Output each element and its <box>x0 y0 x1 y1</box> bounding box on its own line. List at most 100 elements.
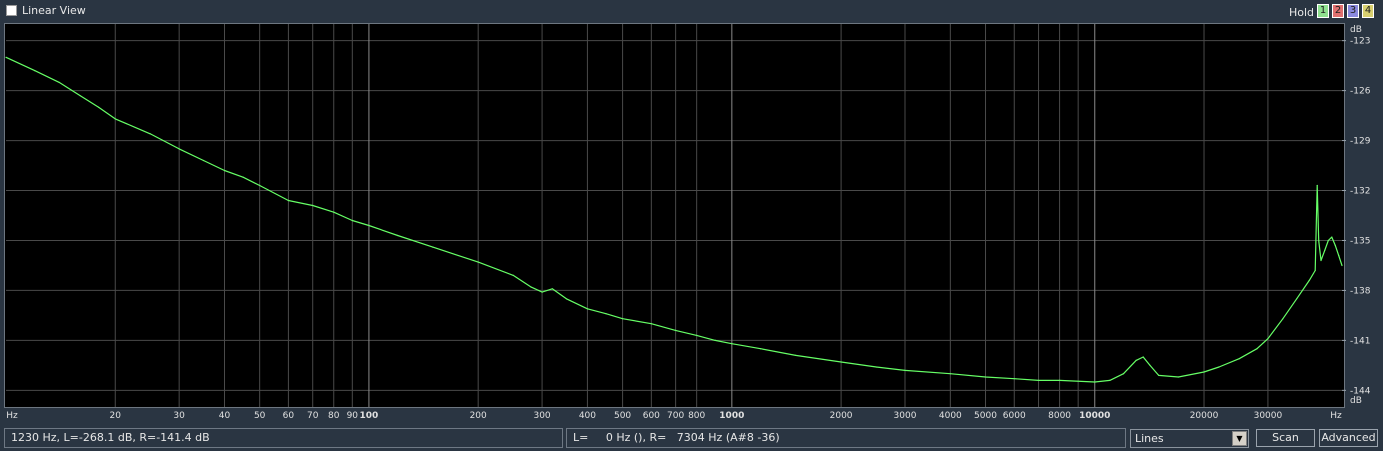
spectrum-point <box>1282 318 1284 320</box>
y-tick-label: -126 <box>1350 87 1371 97</box>
spectrum-point <box>984 376 987 378</box>
x-tick-label: 3000 <box>894 411 917 421</box>
y-tick-label: -141 <box>1350 336 1370 346</box>
x-tick-label: 600 <box>643 411 660 421</box>
scan-button[interactable]: Scan <box>1256 429 1315 447</box>
spectrum-point <box>1334 244 1336 247</box>
x-tick-label: 20000 <box>1190 411 1219 421</box>
spectrum-point <box>622 318 624 320</box>
spectrum-point <box>696 334 698 336</box>
spectrum-point <box>397 234 399 237</box>
advanced-button[interactable]: Advanced <box>1319 429 1378 447</box>
spectrum-point <box>1320 259 1322 262</box>
x-tick-label: 800 <box>688 411 705 421</box>
x-tick-label: 60 <box>283 411 295 421</box>
spectrum-point <box>1308 279 1310 281</box>
spectrum-point <box>477 261 479 263</box>
spectrum-point <box>714 339 716 341</box>
x-tick-label: 2000 <box>830 411 853 421</box>
cursor-readout: 1230 Hz, L=-268.1 dB, R=-141.4 dB <box>4 428 563 448</box>
spectrum-point <box>98 106 100 108</box>
spectrum-series-line <box>5 56 1343 383</box>
spectrum-point <box>202 159 205 162</box>
y-tick-label: -138 <box>1350 286 1371 296</box>
spectrum-point <box>1122 373 1125 375</box>
y-tick-label: -132 <box>1350 187 1370 197</box>
spectrum-point <box>351 219 353 222</box>
x-tick-label: 10000 <box>1079 411 1110 421</box>
spectrum-point <box>1218 366 1220 368</box>
x-tick-label: 90 <box>347 411 359 421</box>
spectrum-point <box>1203 371 1205 373</box>
x-unit-label-right: Hz <box>1330 411 1342 421</box>
x-tick-label: 1000 <box>719 411 744 421</box>
spectrum-point <box>512 274 514 276</box>
chevron-down-icon[interactable]: ▼ <box>1232 431 1247 446</box>
spectrum-point <box>1267 338 1269 340</box>
display-mode-select[interactable]: Lines ▼ <box>1130 429 1249 448</box>
spectrum-point <box>1013 378 1015 380</box>
spectrum-point <box>1177 376 1179 378</box>
spectrum-point <box>58 81 60 83</box>
spectrum-point <box>1316 184 1318 187</box>
spectrum-point <box>551 288 553 290</box>
spectrum-point <box>904 369 906 371</box>
spectrum-point <box>760 348 762 350</box>
spectrum-point <box>675 329 677 331</box>
bottom-status-bar: 1230 Hz, L=-268.1 dB, R=-141.4 dB L= 0 H… <box>0 425 1383 451</box>
x-tick-label: 50 <box>254 411 266 421</box>
x-tick-label: 100 <box>360 411 379 421</box>
spectrum-point <box>1135 359 1137 361</box>
x-tick-label: 200 <box>470 411 487 421</box>
x-tick-label: 30 <box>173 411 185 421</box>
y-tick-label: -135 <box>1350 236 1370 246</box>
spectrum-point <box>149 133 151 135</box>
spectrum-point <box>1327 239 1329 242</box>
spectrum-point <box>1318 239 1320 242</box>
x-tick-label: 5000 <box>974 411 997 421</box>
x-unit-label-left: Hz <box>6 411 18 421</box>
y-tick-label: -123 <box>1350 37 1370 47</box>
spectrum-point <box>840 361 842 363</box>
spectrum-point <box>242 176 244 178</box>
x-tick-label: 80 <box>328 411 340 421</box>
spectrum-point <box>1142 356 1144 358</box>
spectrum-point <box>312 204 314 207</box>
display-mode-value: Lines <box>1135 432 1164 445</box>
x-tick-label: 300 <box>533 411 550 421</box>
spectrum-point <box>114 118 116 120</box>
spectrum-point <box>586 308 589 310</box>
spectrum-point <box>79 95 81 97</box>
spectrum-point <box>530 286 532 288</box>
spectrum-chart: -123 -126 -129 -132 -135 -138 -141 -144 20 30 40 50… <box>5 24 1371 421</box>
spectrum-point <box>333 211 335 213</box>
spectrum-point <box>1158 374 1160 376</box>
spectrum-point <box>1331 236 1333 238</box>
spectrum-point <box>1238 358 1240 360</box>
spectrum-point <box>1324 249 1326 252</box>
spectrum-point <box>1256 348 1258 350</box>
y-unit-label-top: dB <box>1350 25 1362 35</box>
y-unit-label-bottom: dB <box>1350 396 1362 406</box>
spectrum-point <box>1314 269 1316 272</box>
spectrum-point <box>949 373 951 375</box>
marker-readout: L= 0 Hz (), R= 7304 Hz (A#8 -36) <box>566 428 1126 448</box>
spectrum-point <box>605 313 607 315</box>
spectrum-point <box>259 184 261 187</box>
spectrum-point <box>432 246 434 248</box>
x-tick-label: 4000 <box>939 411 962 421</box>
y-tick-label: -129 <box>1350 137 1371 147</box>
y-tick-label: -144 <box>1350 386 1371 396</box>
spectrum-point <box>34 70 36 72</box>
spectrum-point <box>1094 381 1096 383</box>
x-tick-label: 70 <box>307 411 319 421</box>
x-tick-label: 500 <box>614 411 631 421</box>
x-tick-label: 400 <box>579 411 596 421</box>
spectrum-point <box>650 323 652 325</box>
spectrum-point <box>178 148 180 150</box>
spectrum-point <box>731 343 733 345</box>
spectrum-point <box>875 366 877 368</box>
x-tick-label: 8000 <box>1048 411 1071 421</box>
x-tick-label: 6000 <box>1003 411 1026 421</box>
x-tick-label: 30000 <box>1254 411 1283 421</box>
